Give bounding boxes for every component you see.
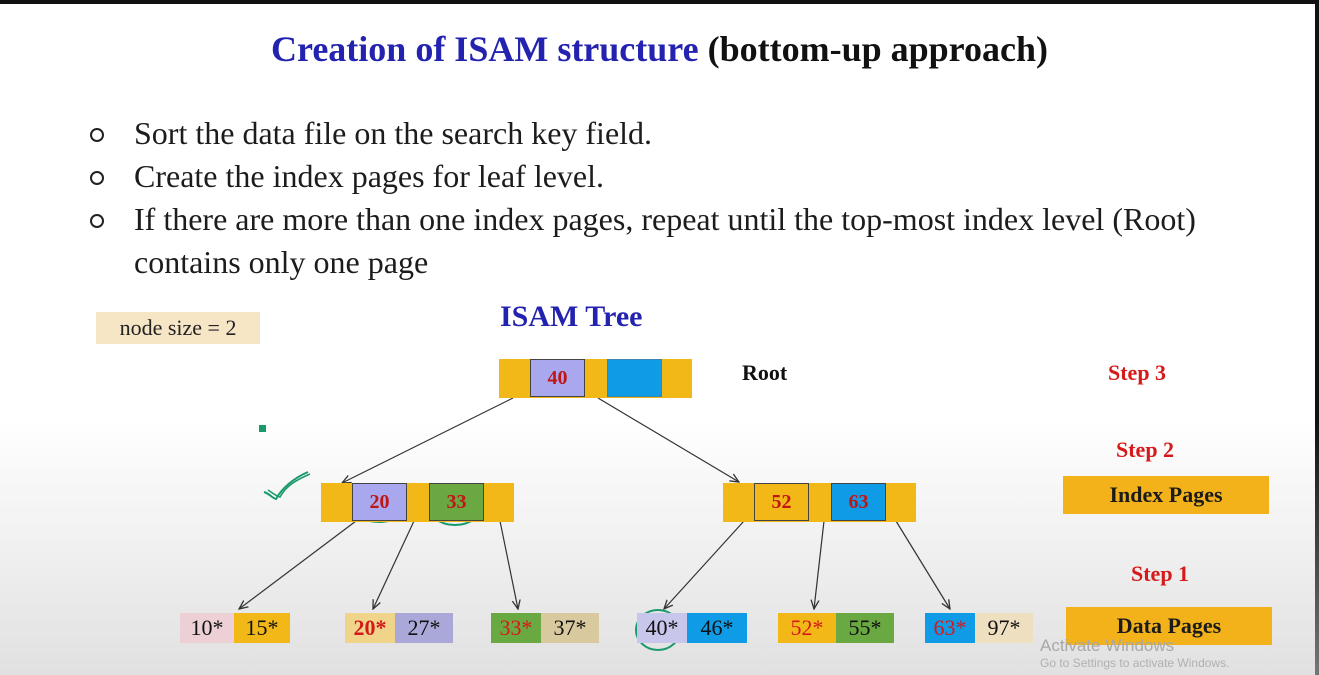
- node-size-note: node size = 2: [96, 312, 260, 344]
- index-key-63: 63: [831, 483, 886, 521]
- activate-windows-hint: Go to Settings to activate Windows.: [1040, 656, 1230, 670]
- data-entry: 10*: [180, 613, 234, 643]
- data-entry: 27*: [395, 613, 453, 643]
- bullet-list: Sort the data file on the search key fie…: [90, 112, 1290, 284]
- data-entry: 97*: [975, 613, 1033, 643]
- root-node: 40: [499, 359, 692, 398]
- annotation-check-icon: [263, 471, 311, 501]
- data-entry: 20*: [345, 613, 395, 643]
- index-key-20: 20: [352, 483, 407, 521]
- bullet-text: Create the index pages for leaf level.: [134, 158, 604, 194]
- step-2-label: Step 2: [1116, 437, 1175, 462]
- data-entry: 52*: [778, 613, 836, 643]
- bullet-item: Sort the data file on the search key fie…: [90, 112, 1290, 155]
- step-1-label: Step 1: [1131, 561, 1190, 586]
- data-entry: 15*: [234, 613, 290, 643]
- data-entry: 40*: [637, 613, 687, 643]
- tree-title: ISAM Tree: [500, 300, 643, 333]
- index-key-52: 52: [754, 483, 809, 521]
- root-key-1: 40: [530, 359, 585, 397]
- step-3-label: Step 3: [1108, 360, 1167, 385]
- annotation-dot: [259, 425, 266, 432]
- root-label: Root: [742, 360, 788, 385]
- data-entry: 55*: [836, 613, 894, 643]
- bullet-item: If there are more than one index pages, …: [90, 198, 1290, 284]
- slide-title: Creation of ISAM structure (bottom-up ap…: [0, 28, 1319, 70]
- bullet-circle-icon: [90, 171, 104, 185]
- data-entry: 37*: [541, 613, 599, 643]
- data-entry: 33*: [491, 613, 541, 643]
- index-key-33: 33: [429, 483, 484, 521]
- index-node-left: 20 33: [321, 483, 514, 522]
- bullet-text: Sort the data file on the search key fie…: [134, 115, 653, 151]
- data-entry: 63*: [925, 613, 975, 643]
- slide-title-main: Creation of ISAM structure: [271, 29, 699, 69]
- index-pages-band: Index Pages: [1063, 476, 1269, 514]
- top-border: [0, 0, 1319, 4]
- bullet-circle-icon: [90, 214, 104, 228]
- index-node-right: 52 63: [723, 483, 916, 522]
- bullet-circle-icon: [90, 128, 104, 142]
- root-key-2: [607, 359, 662, 397]
- bullet-item: Create the index pages for leaf level.: [90, 155, 1290, 198]
- activate-windows-watermark: Activate Windows: [1040, 636, 1175, 655]
- bullet-text: If there are more than one index pages, …: [134, 201, 1196, 280]
- data-entry: 46*: [687, 613, 747, 643]
- slide-title-approach: (bottom-up approach): [707, 29, 1048, 69]
